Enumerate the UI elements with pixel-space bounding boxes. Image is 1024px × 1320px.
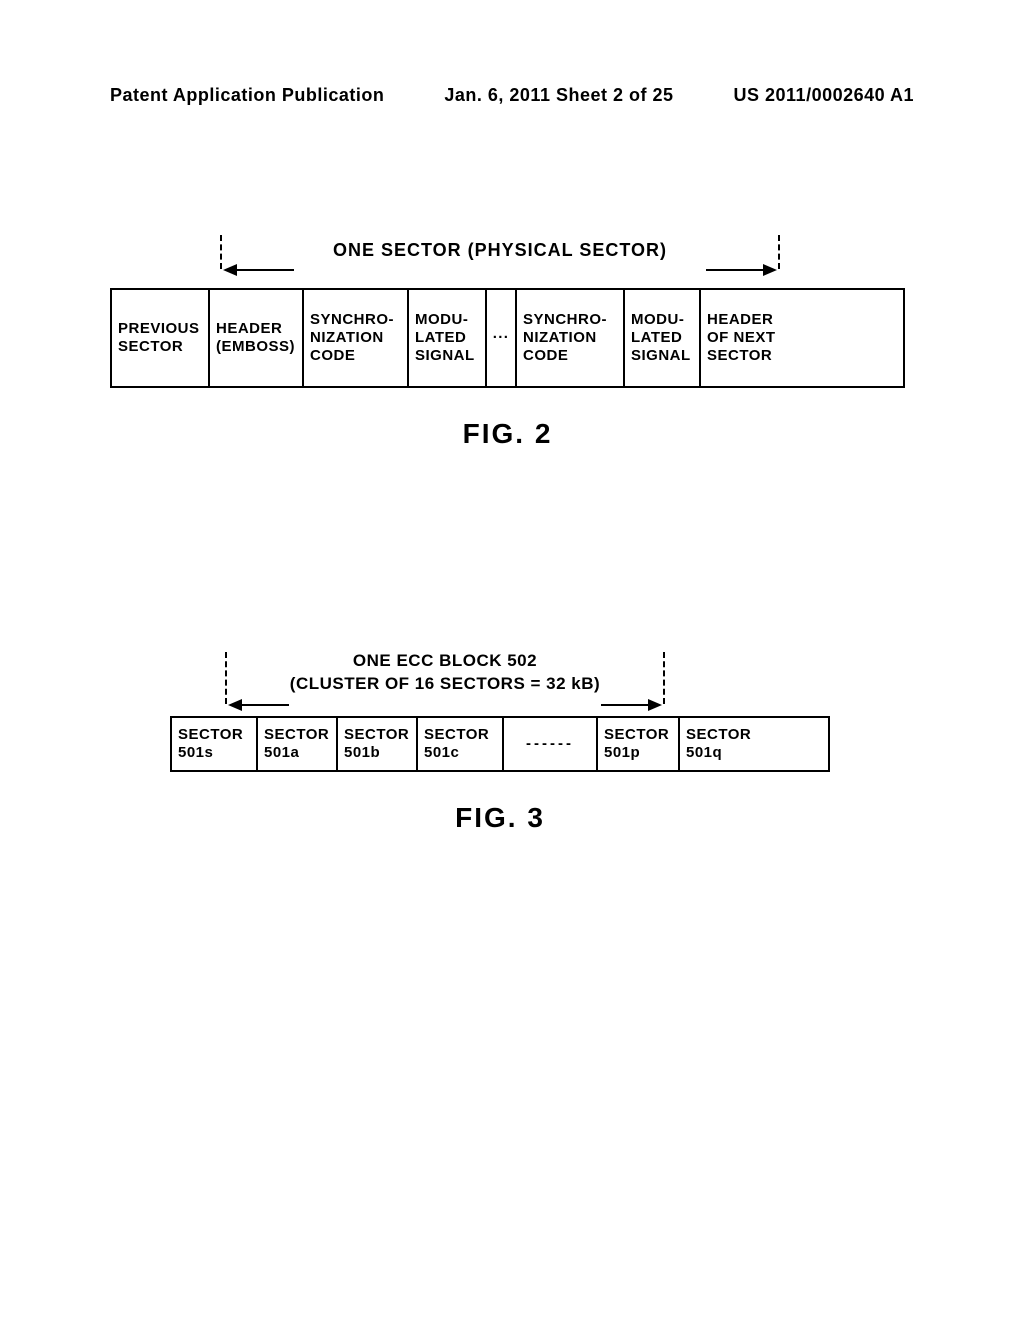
cell-sector-501q: SECTOR 501q: [680, 718, 762, 770]
fig3-caption: FIG. 3: [170, 802, 830, 834]
figure-3: ONE ECC BLOCK 502 (CLUSTER OF 16 SECTORS…: [170, 650, 830, 834]
fig2-sector-row: PREVIOUS SECTOR HEADER (EMBOSS) SYNCHRO-…: [110, 288, 905, 388]
sheet-label: Jan. 6, 2011 Sheet 2 of 25: [444, 85, 673, 106]
ecc-line2: (CLUSTER OF 16 SECTORS = 32 kB): [225, 673, 665, 696]
ecc-arrow-line-left: [239, 704, 289, 706]
sector-span-label: ONE SECTOR (PHYSICAL SECTOR): [220, 240, 780, 261]
cell-header-next-sector: HEADER OF NEXT SECTOR: [701, 290, 787, 386]
ecc-arrow-right-icon: [648, 699, 662, 711]
fig2-caption: FIG. 2: [110, 418, 905, 450]
cell-sector-501a: SECTOR 501a: [258, 718, 338, 770]
cell-header-emboss: HEADER (EMBOSS): [210, 290, 304, 386]
arrow-line-right: [706, 269, 766, 271]
cell-sector-ellipsis: ------: [504, 718, 596, 770]
cell-sector-501p: SECTOR 501p: [596, 718, 680, 770]
cell-sector-501c: SECTOR 501c: [418, 718, 504, 770]
ecc-block-span: ONE ECC BLOCK 502 (CLUSTER OF 16 SECTORS…: [225, 650, 665, 710]
arrow-line-left: [234, 269, 294, 271]
ellipsis-text: ------: [526, 735, 574, 753]
fig3-sector-row: SECTOR 501s SECTOR 501a SECTOR 501b SECT…: [170, 716, 830, 772]
cell-sync-code-1: SYNCHRO-NIZATION CODE: [304, 290, 409, 386]
ecc-line1: ONE ECC BLOCK 502: [225, 650, 665, 673]
cell-sync-code-2: SYNCHRO-NIZATION CODE: [517, 290, 625, 386]
cell-previous-sector: PREVIOUS SECTOR: [112, 290, 210, 386]
cell-ellipsis: ···: [487, 290, 517, 386]
page-header: Patent Application Publication Jan. 6, 2…: [110, 85, 914, 106]
pub-number: US 2011/0002640 A1: [734, 85, 914, 106]
cell-modulated-signal-2: MODU-LATED SIGNAL: [625, 290, 701, 386]
pub-label: Patent Application Publication: [110, 85, 384, 106]
cell-sector-501s: SECTOR 501s: [172, 718, 258, 770]
ecc-tick-right: [663, 652, 665, 704]
span-tick-right: [778, 235, 780, 269]
cell-modulated-signal-1: MODU-LATED SIGNAL: [409, 290, 487, 386]
sector-span-arrows: [220, 261, 780, 275]
sector-span: ONE SECTOR (PHYSICAL SECTOR): [220, 240, 780, 280]
arrow-right-icon: [763, 264, 777, 276]
span-tick-left: [220, 235, 222, 269]
ecc-span-arrows: [225, 696, 665, 710]
ecc-tick-left: [225, 652, 227, 704]
ecc-arrow-line-right: [601, 704, 651, 706]
cell-sector-501b: SECTOR 501b: [338, 718, 418, 770]
figure-2: ONE SECTOR (PHYSICAL SECTOR) PREVIOUS SE…: [110, 240, 905, 450]
ecc-block-labels: ONE ECC BLOCK 502 (CLUSTER OF 16 SECTORS…: [225, 650, 665, 696]
